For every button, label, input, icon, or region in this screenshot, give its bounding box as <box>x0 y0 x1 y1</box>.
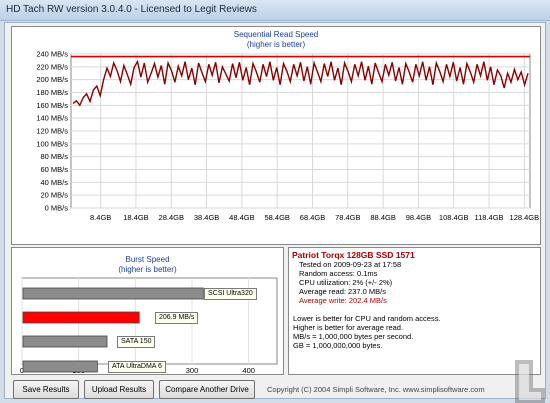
random-access: Random access: 0.1ms <box>299 269 378 278</box>
legit-reviews-logo <box>515 360 545 403</box>
cpu-utilization: CPU utilization: 2% (+/- 2%) <box>299 278 393 287</box>
y-tick-label: 60 MB/s <box>40 165 68 174</box>
results-info-panel: Patriot Torqx 128GB SSD 1571 Tested on 2… <box>288 247 541 375</box>
title-bar: HD Tach RW version 3.0.4.0 - Licensed to… <box>0 0 550 21</box>
burst-bar <box>22 287 204 300</box>
bar-label-ata: ATA UltraDMA 6 <box>108 361 166 373</box>
x-tick-label: 18.4GB <box>123 213 148 222</box>
x-tick-label: 88.4GB <box>370 213 395 222</box>
bar-label-scsi: SCSI Ultra320 <box>204 288 257 300</box>
app-window: Sequential Read Speed (higher is better)… <box>4 22 546 403</box>
burst-bar <box>22 335 108 348</box>
burst-x-tick-label: 300 <box>186 366 199 374</box>
burst-speed-chart: 0100200300400 <box>20 277 278 374</box>
tested-date: Tested on 2009-09-23 at 17:58 <box>299 260 402 269</box>
x-tick-label: 98.4GB <box>406 213 431 222</box>
x-tick-label: 48.4GB <box>229 213 254 222</box>
x-tick-label: 8.4GB <box>90 213 111 222</box>
x-tick-label: 58.4GB <box>264 213 289 222</box>
drive-name: Patriot Torqx 128GB SSD 1571 <box>292 250 415 260</box>
burst-x-tick-label: 400 <box>242 366 255 374</box>
y-tick-label: 80 MB/s <box>40 152 68 161</box>
note-read: Higher is better for average read. <box>293 323 404 332</box>
x-tick-label: 68.4GB <box>300 213 325 222</box>
y-tick-label: 100 MB/s <box>36 139 68 148</box>
x-tick-label: 38.4GB <box>194 213 219 222</box>
window-title: HD Tach RW version 3.0.4.0 - Licensed to… <box>6 4 257 15</box>
y-tick-label: 20 MB/s <box>40 191 68 200</box>
note-cpu: Lower is better for CPU and random acces… <box>293 314 441 323</box>
y-tick-label: 120 MB/s <box>36 127 68 136</box>
burst-bar <box>22 311 140 324</box>
x-tick-label: 118.4GB <box>475 213 504 222</box>
y-tick-label: 200 MB/s <box>36 75 68 84</box>
x-tick-label: 78.4GB <box>335 213 360 222</box>
note-mbs: MB/s = 1,000,000 bytes per second. <box>293 332 414 341</box>
y-tick-label: 240 MB/s <box>36 50 68 59</box>
y-tick-label: 180 MB/s <box>36 88 68 97</box>
upload-results-button[interactable]: Upload Results <box>84 380 154 399</box>
average-read: Average read: 237.0 MB/s <box>299 287 386 296</box>
y-tick-label: 140 MB/s <box>36 114 68 123</box>
bar-label-sata: SATA 150 <box>117 336 156 348</box>
sequential-read-panel: Sequential Read Speed (higher is better)… <box>11 26 541 245</box>
copyright-text: Copyright (C) 2004 Simpli Software, Inc.… <box>267 385 485 394</box>
y-tick-label: 40 MB/s <box>40 178 68 187</box>
y-tick-label: 160 MB/s <box>36 101 68 110</box>
x-tick-label: 28.4GB <box>159 213 184 222</box>
save-results-button[interactable]: Save Results <box>13 380 79 399</box>
x-tick-label: 128.4GB <box>510 213 540 222</box>
y-tick-label: 0 MB/s <box>45 204 69 213</box>
burst-speed-panel: Burst Speed (higher is better) 010020030… <box>11 247 284 375</box>
sequential-read-chart: 240 MB/s 220 MB/s 200 MB/s 180 MB/s 160 MB/s… <box>36 50 540 223</box>
bar-label-drive: 206.9 MB/s <box>155 312 199 324</box>
x-tick-label: 108.4GB <box>439 213 469 222</box>
note-gb: GB = 1,000,000,000 bytes. <box>293 341 383 350</box>
y-tick-label: 220 MB/s <box>36 62 68 71</box>
compare-drive-button[interactable]: Compare Another Drive <box>159 380 255 399</box>
burst-bar <box>22 360 98 373</box>
average-write: Average write: 202.4 MB/s <box>299 296 387 305</box>
